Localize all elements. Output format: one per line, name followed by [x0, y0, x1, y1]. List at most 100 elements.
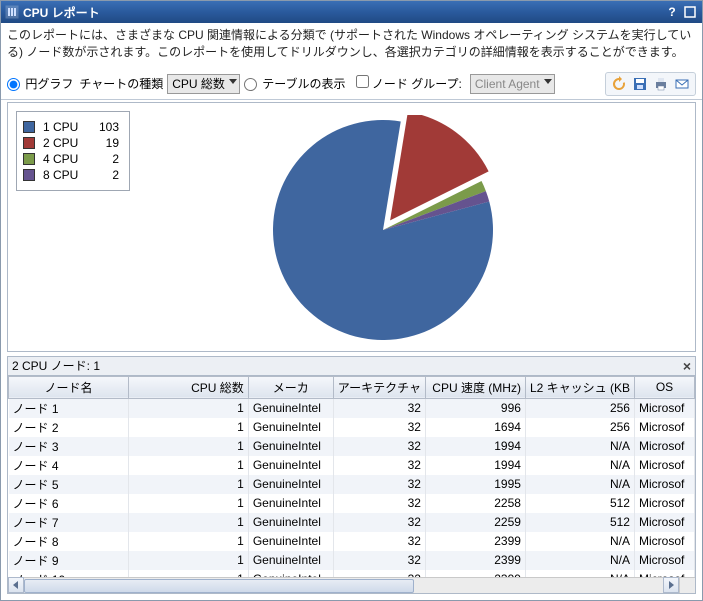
table-cell: 32	[333, 418, 425, 437]
table-cell: N/A	[525, 551, 634, 570]
table-cell: Microsof	[634, 475, 694, 494]
table-cell: GenuineIntel	[248, 532, 333, 551]
table-cell: 32	[333, 513, 425, 532]
table-cell: 1	[128, 551, 248, 570]
table-cell: 2399	[425, 551, 525, 570]
horizontal-scrollbar[interactable]	[8, 577, 679, 593]
table-cell: 1994	[425, 437, 525, 456]
pie-chart[interactable]	[268, 115, 498, 345]
col-cpu-count[interactable]: CPU 総数	[128, 376, 248, 398]
table-header-row: ノード名 CPU 総数 メーカ アーキテクチャ CPU 速度 (MHz) L2 …	[9, 376, 695, 398]
legend-swatch	[23, 153, 35, 165]
table-cell: GenuineIntel	[248, 551, 333, 570]
legend-value: 2	[91, 152, 119, 166]
table-cell: Microsof	[634, 437, 694, 456]
legend-item[interactable]: 1 CPU103	[23, 120, 119, 134]
scroll-right-button[interactable]	[663, 577, 679, 593]
col-cpu-speed[interactable]: CPU 速度 (MHz)	[425, 376, 525, 398]
legend-value: 2	[91, 168, 119, 182]
table-cell: GenuineIntel	[248, 437, 333, 456]
legend-label: 8 CPU	[43, 168, 91, 182]
report-icon	[5, 5, 19, 19]
table-row[interactable]: ノード 71GenuineIntel322259512Microsof	[9, 513, 695, 532]
table-cell: Microsof	[634, 494, 694, 513]
table-row[interactable]: ノード 31GenuineIntel321994N/AMicrosof	[9, 437, 695, 456]
print-button[interactable]	[652, 75, 670, 93]
table-row[interactable]: ノード 21GenuineIntel321694256Microsof	[9, 418, 695, 437]
table-cell: ノード 7	[9, 513, 129, 532]
legend-item[interactable]: 4 CPU2	[23, 152, 119, 166]
table-cell: 1	[128, 475, 248, 494]
table-row[interactable]: ノード 81GenuineIntel322399N/AMicrosof	[9, 532, 695, 551]
help-button[interactable]: ?	[664, 5, 680, 19]
scroll-thumb[interactable]	[24, 579, 414, 593]
toolbar: 円グラフ チャートの種類 CPU 総数 テーブルの表示 ノード グループ: Cl…	[1, 69, 702, 100]
chart-type-value: CPU 総数	[172, 75, 225, 92]
maximize-button[interactable]	[682, 5, 698, 19]
legend-label: 2 CPU	[43, 136, 91, 150]
node-group-checkbox[interactable]: ノード グループ:	[356, 75, 462, 92]
table-cell: N/A	[525, 456, 634, 475]
svg-text:?: ?	[668, 6, 675, 18]
table-cell: ノード 1	[9, 398, 129, 418]
window-title: CPU レポート	[23, 4, 100, 21]
table-cell: GenuineIntel	[248, 418, 333, 437]
col-node-name[interactable]: ノード名	[9, 376, 129, 398]
table-cell: 1	[128, 494, 248, 513]
col-architecture[interactable]: アーキテクチャ	[333, 376, 425, 398]
table-cell: 32	[333, 551, 425, 570]
col-maker[interactable]: メーカ	[248, 376, 333, 398]
table-cell: 1	[128, 513, 248, 532]
chart-legend: 1 CPU103 2 CPU19 4 CPU2 8 CPU2	[16, 111, 130, 191]
table-cell: GenuineIntel	[248, 456, 333, 475]
detail-title: 2 CPU ノード: 1	[12, 357, 100, 374]
chevron-down-icon	[544, 79, 552, 84]
email-button[interactable]	[673, 75, 691, 93]
chart-type-select[interactable]: CPU 総数	[167, 74, 240, 94]
detail-table-container: ノード名 CPU 総数 メーカ アーキテクチャ CPU 速度 (MHz) L2 …	[7, 376, 696, 594]
node-group-select[interactable]: Client Agent	[470, 74, 555, 94]
legend-swatch	[23, 121, 35, 133]
table-cell: GenuineIntel	[248, 398, 333, 418]
table-cell: Microsof	[634, 418, 694, 437]
chevron-down-icon	[229, 79, 237, 84]
table-cell: Microsof	[634, 398, 694, 418]
table-cell: GenuineIntel	[248, 513, 333, 532]
col-os[interactable]: OS	[634, 376, 694, 398]
table-row[interactable]: ノード 91GenuineIntel322399N/AMicrosof	[9, 551, 695, 570]
table-cell: 256	[525, 418, 634, 437]
refresh-button[interactable]	[610, 75, 628, 93]
table-cell: 1994	[425, 456, 525, 475]
title-bar: CPU レポート ?	[1, 1, 702, 23]
table-cell: 1694	[425, 418, 525, 437]
table-cell: 996	[425, 398, 525, 418]
report-window: CPU レポート ? このレポートには、さまざまな CPU 関連情報による分類で…	[0, 0, 703, 601]
save-button[interactable]	[631, 75, 649, 93]
close-detail-button[interactable]: ×	[683, 358, 691, 374]
table-view-radio[interactable]: テーブルの表示	[244, 75, 346, 92]
table-cell: Microsof	[634, 513, 694, 532]
table-cell: GenuineIntel	[248, 475, 333, 494]
table-row[interactable]: ノード 61GenuineIntel322258512Microsof	[9, 494, 695, 513]
table-row[interactable]: ノード 51GenuineIntel321995N/AMicrosof	[9, 475, 695, 494]
pie-chart-radio[interactable]: 円グラフ	[7, 75, 73, 92]
action-buttons	[605, 72, 696, 96]
pie-chart-label: 円グラフ	[25, 77, 73, 91]
table-cell: 2399	[425, 532, 525, 551]
table-cell: 256	[525, 398, 634, 418]
table-row[interactable]: ノード 11GenuineIntel32996256Microsof	[9, 398, 695, 418]
table-cell: Microsof	[634, 532, 694, 551]
legend-swatch	[23, 137, 35, 149]
col-l2-cache[interactable]: L2 キャッシュ (KB	[525, 376, 634, 398]
table-cell: 2258	[425, 494, 525, 513]
table-cell: N/A	[525, 437, 634, 456]
legend-item[interactable]: 2 CPU19	[23, 136, 119, 150]
table-cell: 2259	[425, 513, 525, 532]
legend-item[interactable]: 8 CPU2	[23, 168, 119, 182]
node-group-label: ノード グループ:	[372, 77, 462, 91]
legend-value: 103	[91, 120, 119, 134]
table-cell: ノード 2	[9, 418, 129, 437]
node-group-value: Client Agent	[475, 77, 540, 91]
table-row[interactable]: ノード 41GenuineIntel321994N/AMicrosof	[9, 456, 695, 475]
scroll-left-button[interactable]	[8, 577, 24, 593]
